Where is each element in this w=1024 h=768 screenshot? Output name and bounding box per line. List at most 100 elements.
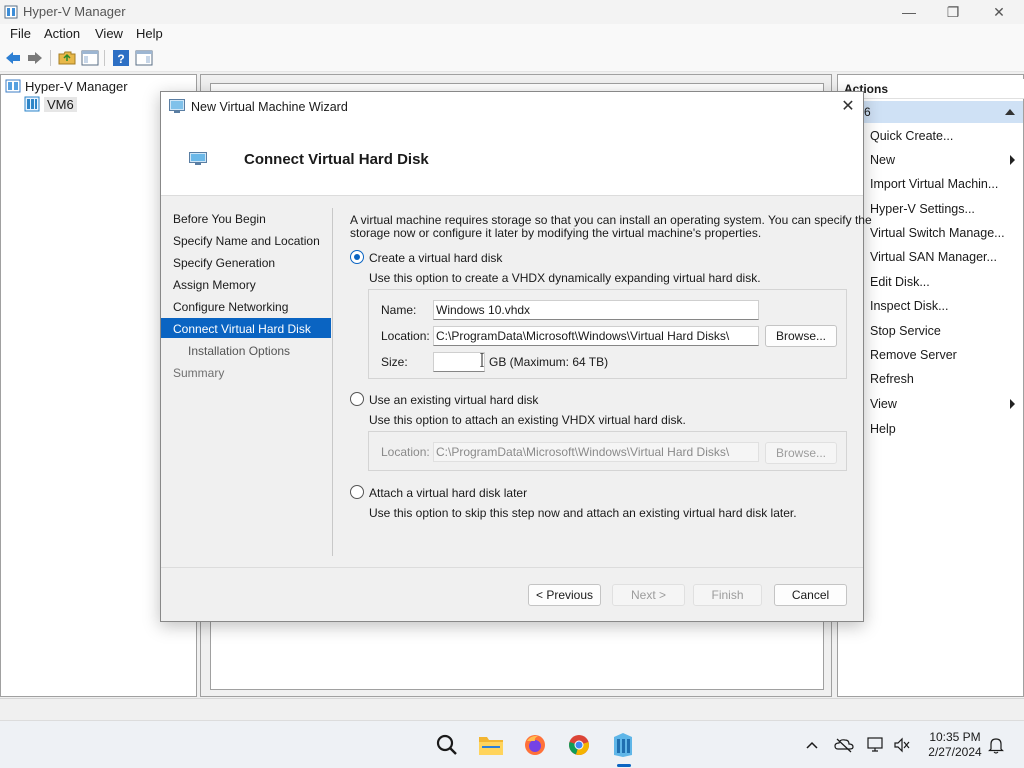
cancel-button[interactable]: Cancel: [774, 584, 847, 606]
radio-attach-later-label[interactable]: Attach a virtual hard disk later: [369, 486, 527, 500]
chevron-up-icon[interactable]: [802, 735, 822, 755]
hyperv-app-icon: [4, 5, 18, 19]
submenu-arrow-icon: [1010, 399, 1015, 409]
menu-file[interactable]: File: [10, 26, 31, 41]
finish-button[interactable]: Finish: [693, 584, 762, 606]
footer-divider: [161, 567, 863, 568]
window-title: Hyper-V Manager: [23, 4, 126, 19]
show-hide-tree-icon[interactable]: [81, 49, 99, 67]
toolbar-separator: [104, 50, 105, 66]
virtual-disk-icon: [189, 152, 207, 165]
size-label: Size:: [381, 355, 408, 369]
submenu-arrow-icon: [1010, 155, 1015, 165]
existing-location-field[interactable]: C:\ProgramData\Microsoft\Windows\Virtual…: [433, 442, 759, 462]
toolbar: ?: [0, 44, 1024, 72]
existing-location-label: Location:: [381, 445, 430, 459]
nav-before-you-begin[interactable]: Before You Begin: [173, 212, 266, 226]
forward-arrow-icon[interactable]: [26, 49, 44, 67]
action-hyperv-settings[interactable]: Hyper-V Settings...: [870, 202, 975, 216]
tree-item-vm6[interactable]: VM6: [24, 96, 77, 112]
hyperv-manager-taskbar-icon[interactable]: [607, 729, 639, 761]
size-unit-label: GB (Maximum: 64 TB): [489, 355, 609, 369]
status-bar: [0, 698, 1024, 720]
help-icon[interactable]: ?: [112, 49, 130, 67]
show-hide-action-pane-icon[interactable]: [135, 49, 153, 67]
actions-server-section[interactable]: 6: [838, 101, 1023, 123]
wizard-close-button[interactable]: ✕: [837, 96, 859, 118]
location-label: Location:: [381, 329, 430, 343]
action-edit-disk[interactable]: Edit Disk...: [870, 275, 930, 289]
action-virtual-san-manager[interactable]: Virtual SAN Manager...: [870, 250, 997, 264]
text-cursor-icon: [480, 353, 484, 367]
intro-text-line2: storage now or configure it later by mod…: [350, 226, 762, 240]
firefox-icon[interactable]: [519, 729, 551, 761]
collapse-icon[interactable]: [1005, 109, 1015, 115]
existing-disk-fields: Location: C:\ProgramData\Microsoft\Windo…: [368, 431, 847, 471]
minimize-button[interactable]: —: [886, 0, 932, 24]
action-view[interactable]: View: [870, 397, 897, 411]
next-button[interactable]: Next >: [612, 584, 685, 606]
network-icon[interactable]: [866, 735, 886, 755]
actions-pane: Actions 6 Quick Create... New Import Vir…: [837, 74, 1024, 697]
size-field[interactable]: [433, 352, 485, 372]
menu-help[interactable]: Help: [136, 26, 163, 41]
action-quick-create[interactable]: Quick Create...: [870, 129, 953, 143]
nav-installation-options[interactable]: Installation Options: [188, 344, 290, 358]
nav-summary[interactable]: Summary: [173, 366, 224, 380]
volume-muted-icon[interactable]: [892, 735, 912, 755]
action-help[interactable]: Help: [870, 422, 896, 436]
back-arrow-icon[interactable]: [4, 49, 22, 67]
tree-item-hyperv-manager[interactable]: Hyper-V Manager: [5, 78, 128, 94]
nav-assign-memory[interactable]: Assign Memory: [173, 278, 256, 292]
active-app-indicator: [617, 764, 631, 767]
create-disk-fields: Name: Windows 10.vhdx Location: C:\Progr…: [368, 289, 847, 379]
chrome-icon[interactable]: [563, 729, 595, 761]
close-window-button[interactable]: ✕: [976, 0, 1022, 24]
name-field[interactable]: Windows 10.vhdx: [433, 300, 759, 320]
up-folder-icon[interactable]: [58, 49, 76, 67]
notification-bell-icon[interactable]: [986, 735, 1006, 755]
action-inspect-disk[interactable]: Inspect Disk...: [870, 299, 949, 313]
intro-text-line1: A virtual machine requires storage so th…: [350, 213, 872, 227]
tree-item-label: Hyper-V Manager: [25, 78, 128, 94]
maximize-button[interactable]: ❐: [930, 0, 976, 24]
menu-view[interactable]: View: [95, 26, 123, 41]
attach-later-description: Use this option to skip this step now an…: [369, 506, 797, 520]
nav-divider: [332, 208, 333, 556]
action-import-vm[interactable]: Import Virtual Machin...: [870, 177, 998, 191]
radio-create-label[interactable]: Create a virtual hard disk: [369, 251, 502, 265]
radio-create-virtual-hard-disk[interactable]: [350, 250, 364, 264]
create-option-description: Use this option to create a VHDX dynamic…: [369, 271, 761, 285]
nav-specify-generation[interactable]: Specify Generation: [173, 256, 275, 270]
existing-browse-button[interactable]: Browse...: [765, 442, 837, 464]
radio-existing-label[interactable]: Use an existing virtual hard disk: [369, 393, 538, 407]
previous-button[interactable]: < Previous: [528, 584, 601, 606]
wizard-header: Connect Virtual Hard Disk: [161, 122, 863, 196]
search-icon[interactable]: [431, 729, 463, 761]
action-virtual-switch-manager[interactable]: Virtual Switch Manage...: [870, 226, 1005, 240]
page-title: Connect Virtual Hard Disk: [244, 151, 429, 168]
toolbar-separator: [50, 50, 51, 66]
wizard-title: New Virtual Machine Wizard: [191, 100, 348, 114]
menu-bar: File Action View Help: [0, 24, 1024, 44]
action-new[interactable]: New: [870, 153, 895, 167]
onedrive-offline-icon[interactable]: [834, 735, 854, 755]
taskbar: 10:35 PM 2/27/2024: [0, 720, 1024, 768]
action-stop-service[interactable]: Stop Service: [870, 324, 941, 338]
menu-action[interactable]: Action: [44, 26, 80, 41]
system-clock[interactable]: 10:35 PM 2/27/2024: [922, 730, 988, 760]
radio-use-existing-disk[interactable]: [350, 392, 364, 406]
action-remove-server[interactable]: Remove Server: [870, 348, 957, 362]
file-explorer-icon[interactable]: [475, 729, 507, 761]
action-refresh[interactable]: Refresh: [870, 372, 914, 386]
location-field[interactable]: C:\ProgramData\Microsoft\Windows\Virtual…: [433, 326, 759, 346]
nav-specify-name-location[interactable]: Specify Name and Location: [173, 234, 320, 248]
nav-connect-virtual-hard-disk[interactable]: Connect Virtual Hard Disk: [173, 322, 311, 336]
hyperv-manager-icon: [5, 79, 21, 93]
wizard-titlebar: New Virtual Machine Wizard ✕: [161, 92, 863, 122]
radio-attach-later[interactable]: [350, 485, 364, 499]
clock-date: 2/27/2024: [928, 745, 982, 759]
browse-button[interactable]: Browse...: [765, 325, 837, 347]
actions-header: Actions: [838, 79, 1024, 99]
nav-configure-networking[interactable]: Configure Networking: [173, 300, 288, 314]
